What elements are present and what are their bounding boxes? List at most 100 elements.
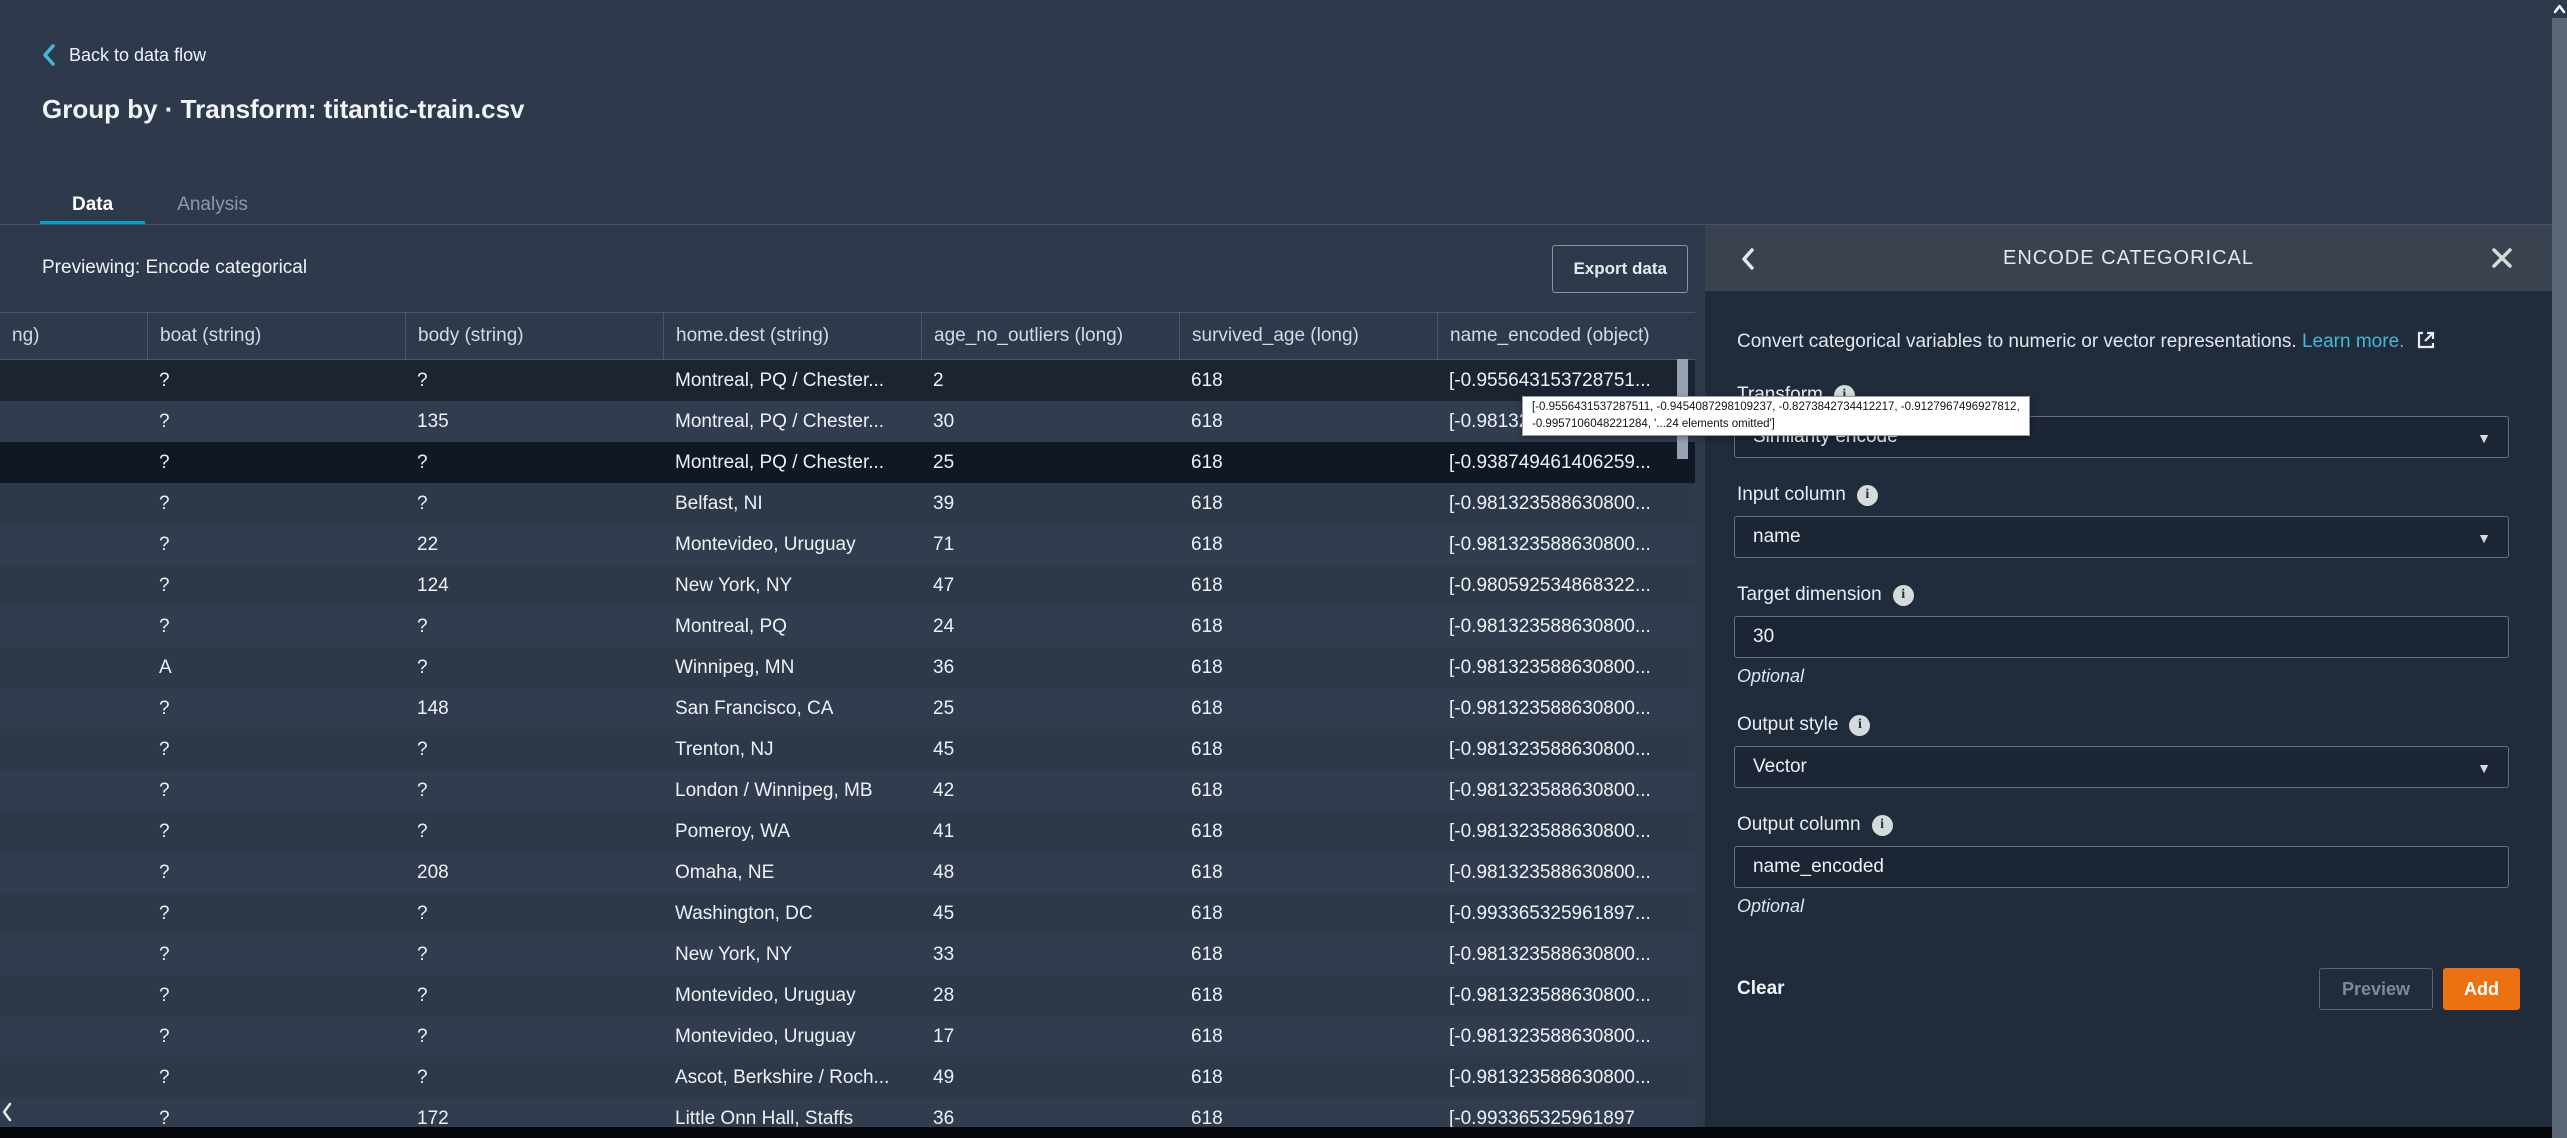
table-cell: 41 bbox=[921, 811, 1179, 852]
table-cell: 618 bbox=[1179, 1057, 1437, 1098]
table-cell: ? bbox=[147, 442, 405, 483]
table-cell: ? bbox=[405, 360, 663, 401]
table-cell: 618 bbox=[1179, 360, 1437, 401]
table-row[interactable]: ?135Montreal, PQ / Chester...30618[-0.98… bbox=[0, 401, 1695, 442]
table-cell: [-0.981323588630800... bbox=[1437, 524, 1695, 565]
table-cell: 618 bbox=[1179, 647, 1437, 688]
table-row[interactable]: ??Montreal, PQ / Chester...2618[-0.95564… bbox=[0, 360, 1695, 401]
column-header[interactable]: age_no_outliers (long) bbox=[921, 313, 1179, 359]
table-cell bbox=[0, 811, 147, 852]
table-cell: Pomeroy, WA bbox=[663, 811, 921, 852]
column-header[interactable]: boat (string) bbox=[147, 313, 405, 359]
table-cell bbox=[0, 852, 147, 893]
info-icon[interactable]: i bbox=[1849, 715, 1870, 736]
encode-categorical-panel: ENCODE CATEGORICAL Convert categorical v… bbox=[1705, 225, 2552, 1138]
preview-button[interactable]: Preview bbox=[2319, 968, 2433, 1010]
table-cell: ? bbox=[147, 360, 405, 401]
table-cell bbox=[0, 975, 147, 1016]
column-header[interactable]: name_encoded (object) bbox=[1437, 313, 1695, 359]
table-cell: Omaha, NE bbox=[663, 852, 921, 893]
panel-title: ENCODE CATEGORICAL bbox=[1705, 247, 2552, 270]
table-row[interactable]: ?208Omaha, NE48618[-0.981323588630800... bbox=[0, 852, 1695, 893]
table-cell: 17 bbox=[921, 1016, 1179, 1057]
optional-note: Optional bbox=[1737, 896, 2552, 918]
table-cell: 28 bbox=[921, 975, 1179, 1016]
scroll-left-icon[interactable] bbox=[2, 1102, 12, 1127]
output-style-select[interactable]: Vector ▼ bbox=[1734, 746, 2509, 788]
table-cell: [-0.981323588630800... bbox=[1437, 852, 1695, 893]
table-row[interactable]: ?22Montevideo, Uruguay71618[-0.981323588… bbox=[0, 524, 1695, 565]
close-icon[interactable] bbox=[2490, 246, 2514, 275]
info-icon[interactable]: i bbox=[1857, 485, 1878, 506]
table-cell: 618 bbox=[1179, 565, 1437, 606]
table-cell: 42 bbox=[921, 770, 1179, 811]
horizontal-scrollbar[interactable] bbox=[0, 1127, 2552, 1138]
table-row[interactable]: A?Winnipeg, MN36618[-0.981323588630800..… bbox=[0, 647, 1695, 688]
table-row[interactable]: ??Ascot, Berkshire / Roch...49618[-0.981… bbox=[0, 1057, 1695, 1098]
table-cell: ? bbox=[405, 975, 663, 1016]
table-cell: [-0.981323588630800... bbox=[1437, 770, 1695, 811]
input-column-select[interactable]: name ▼ bbox=[1734, 516, 2509, 558]
table-row[interactable]: ??Belfast, NI39618[-0.981323588630800... bbox=[0, 483, 1695, 524]
table-cell: 30 bbox=[921, 401, 1179, 442]
table-row[interactable]: ?172Little Onn Hall, Staffs36618[-0.9933… bbox=[0, 1098, 1695, 1129]
learn-more-link[interactable]: Learn more. bbox=[2302, 331, 2404, 352]
clear-button[interactable]: Clear bbox=[1737, 978, 1785, 1000]
page-vertical-scrollbar[interactable] bbox=[2552, 0, 2567, 1138]
column-header[interactable]: home.dest (string) bbox=[663, 313, 921, 359]
back-to-data-flow-link[interactable]: Back to data flow bbox=[42, 44, 206, 66]
table-cell: [-0.981323588630800... bbox=[1437, 606, 1695, 647]
table-row[interactable]: ??Montevideo, Uruguay17618[-0.9813235886… bbox=[0, 1016, 1695, 1057]
table-cell: Montevideo, Uruguay bbox=[663, 975, 921, 1016]
panel-back-chevron-icon[interactable] bbox=[1741, 247, 1755, 276]
table-cell: ? bbox=[147, 401, 405, 442]
table-cell: 22 bbox=[405, 524, 663, 565]
info-icon[interactable]: i bbox=[1872, 815, 1893, 836]
table-cell: Montreal, PQ / Chester... bbox=[663, 442, 921, 483]
add-button[interactable]: Add bbox=[2443, 968, 2520, 1010]
table-cell: Montreal, PQ / Chester... bbox=[663, 360, 921, 401]
table-row[interactable]: ??London / Winnipeg, MB42618[-0.98132358… bbox=[0, 770, 1695, 811]
export-data-button[interactable]: Export data bbox=[1552, 245, 1688, 293]
table-row[interactable]: ?124New York, NY47618[-0.980592534868322… bbox=[0, 565, 1695, 606]
tab-data[interactable]: Data bbox=[40, 190, 145, 224]
table-cell: ? bbox=[405, 442, 663, 483]
table-cell: ? bbox=[147, 729, 405, 770]
table-cell: ? bbox=[147, 565, 405, 606]
table-cell: 172 bbox=[405, 1098, 663, 1129]
table-cell: ? bbox=[405, 934, 663, 975]
column-header[interactable]: body (string) bbox=[405, 313, 663, 359]
table-cell: 618 bbox=[1179, 893, 1437, 934]
table-cell: ? bbox=[147, 1098, 405, 1129]
table-cell: [-0.981323588630800... bbox=[1437, 1057, 1695, 1098]
table-cell bbox=[0, 565, 147, 606]
table-cell bbox=[0, 401, 147, 442]
tab-analysis[interactable]: Analysis bbox=[145, 190, 280, 224]
table-row[interactable]: ??Montreal, PQ / Chester...25618[-0.9387… bbox=[0, 442, 1695, 483]
table-cell bbox=[0, 893, 147, 934]
page-scrollbar-thumb[interactable] bbox=[2552, 18, 2567, 1138]
column-header[interactable]: ng) bbox=[0, 313, 147, 359]
table-cell: 618 bbox=[1179, 606, 1437, 647]
table-row[interactable]: ??New York, NY33618[-0.981323588630800..… bbox=[0, 934, 1695, 975]
table-row[interactable]: ?148San Francisco, CA25618[-0.9813235886… bbox=[0, 688, 1695, 729]
table-row[interactable]: ??Montevideo, Uruguay28618[-0.9813235886… bbox=[0, 975, 1695, 1016]
table-row[interactable]: ??Pomeroy, WA41618[-0.981323588630800... bbox=[0, 811, 1695, 852]
optional-note: Optional bbox=[1737, 666, 2552, 688]
table-cell: A bbox=[147, 647, 405, 688]
table-row[interactable]: ??Montreal, PQ24618[-0.981323588630800..… bbox=[0, 606, 1695, 647]
column-header[interactable]: survived_age (long) bbox=[1179, 313, 1437, 359]
table-row[interactable]: ??Washington, DC45618[-0.993365325961897… bbox=[0, 893, 1695, 934]
table-row[interactable]: ??Trenton, NJ45618[-0.981323588630800... bbox=[0, 729, 1695, 770]
table-cell: San Francisco, CA bbox=[663, 688, 921, 729]
table-cell: ? bbox=[405, 811, 663, 852]
output-column-input[interactable]: name_encoded bbox=[1734, 846, 2509, 888]
table-cell: Montreal, PQ bbox=[663, 606, 921, 647]
table-cell: Trenton, NJ bbox=[663, 729, 921, 770]
target-dimension-input[interactable]: 30 bbox=[1734, 616, 2509, 658]
table-cell: 33 bbox=[921, 934, 1179, 975]
info-icon[interactable]: i bbox=[1893, 585, 1914, 606]
panel-footer: Clear Preview Add bbox=[1737, 968, 2520, 1010]
output-column-label: Output column i bbox=[1737, 814, 2552, 836]
table-cell: ? bbox=[147, 975, 405, 1016]
